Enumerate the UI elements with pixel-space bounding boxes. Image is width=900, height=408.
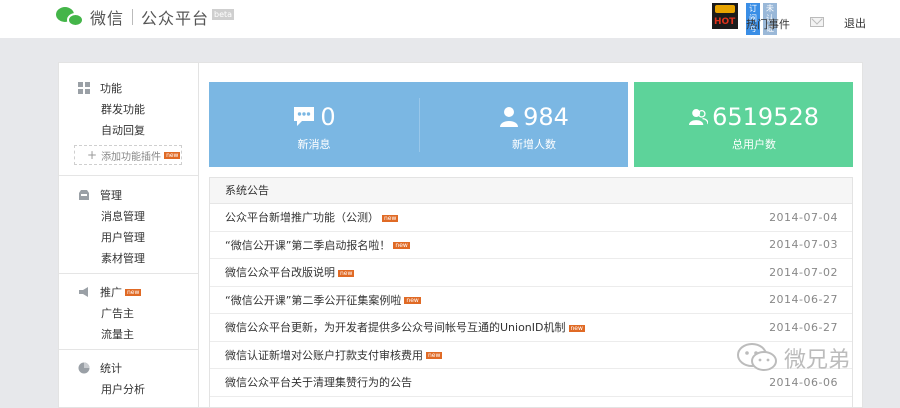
announcements-heading: 系统公告 <box>210 178 852 204</box>
sidebar-section-features: 功能 群发功能 自动回复 + 添加功能插件 new <box>59 63 198 176</box>
grid-icon <box>78 82 90 94</box>
wechat-bubbles-icon <box>56 5 86 29</box>
sidebar-item-messages[interactable]: 消息管理 <box>59 206 198 227</box>
announcement-date: 2014-07-02 <box>769 265 838 279</box>
sidebar-section-stats: 统计 用户分析 <box>59 350 198 400</box>
beta-badge: beta <box>212 8 235 20</box>
wechat-watermark-icon <box>737 343 777 371</box>
announcement-date: 2014-07-04 <box>769 210 838 224</box>
avatar[interactable]: HOT <box>712 3 738 29</box>
sidebar-heading-features: 功能 <box>59 77 198 99</box>
announcement-row[interactable]: 微信公众平台改版说明 new 2014-07-02 <box>210 259 852 287</box>
announcement-title[interactable]: “微信公开课”第二季公开征集案例啦 <box>225 294 401 307</box>
watermark: 微兄弟 <box>736 342 850 374</box>
announcement-title[interactable]: “微信公开课”第二季启动报名啦！ <box>225 239 390 252</box>
sidebar-item-users[interactable]: 用户管理 <box>59 227 198 248</box>
new-messages-label: 新消息 <box>297 138 331 151</box>
new-messages-count: 0 <box>320 103 336 131</box>
new-badge: new <box>382 214 399 222</box>
sidebar-item-publisher[interactable]: 流量主 <box>59 324 198 345</box>
new-badge: new <box>404 297 421 305</box>
logout-link[interactable]: 退出 <box>844 15 866 31</box>
users-icon <box>689 109 709 125</box>
top-bar: 微信 公众平台 beta HOT 订阅号 未认证 热门事件 退出 <box>0 0 900 38</box>
new-followers-count: 984 <box>523 103 569 131</box>
mail-icon[interactable] <box>810 17 824 27</box>
stats-card-total-users: 6519528 总用户数 <box>634 82 853 167</box>
announcement-title[interactable]: 微信认证新增对公账户打款支付审核费用 <box>225 349 423 362</box>
sidebar: 功能 群发功能 自动回复 + 添加功能插件 new 管理 消息管理 用户管理 素… <box>58 62 198 408</box>
sidebar-heading-stats: 统计 <box>59 357 198 379</box>
product-name: 公众平台 <box>141 9 210 28</box>
brand-name: 微信 <box>90 9 125 28</box>
new-badge: new <box>568 324 585 332</box>
announcement-title[interactable]: 公众平台新增推广功能（公测） <box>225 211 379 224</box>
new-badge: new <box>125 288 142 296</box>
sidebar-item-user-analytics[interactable]: 用户分析 <box>59 379 198 400</box>
card-divider <box>419 98 420 152</box>
new-badge: new <box>164 151 181 159</box>
announcement-date: 2014-07-03 <box>769 238 838 252</box>
new-badge: new <box>426 352 443 360</box>
sidebar-item-advertiser[interactable]: 广告主 <box>59 303 198 324</box>
sidebar-heading-manage: 管理 <box>59 184 198 206</box>
announcement-row[interactable]: “微信公开课”第二季公开征集案例啦 new 2014-06-27 <box>210 287 852 314</box>
plus-icon: + <box>87 148 98 162</box>
announcement-row[interactable]: 公众平台新增推广功能（公测） new 2014-07-04 <box>210 204 852 232</box>
announcement-date: 2014-06-27 <box>769 320 838 334</box>
watermark-text: 微兄弟 <box>784 348 851 373</box>
chat-bubble-icon <box>294 107 315 126</box>
pie-icon <box>78 362 90 374</box>
stat-new-followers[interactable]: 984 新增人数 <box>489 102 579 152</box>
announcement-row[interactable]: 微信公众平台更新，为开发者提供多公众号间帐号互通的UnionID机制 new 20… <box>210 314 852 342</box>
megaphone-icon <box>79 287 88 297</box>
wechat-logo[interactable]: 微信 公众平台 beta <box>56 5 235 29</box>
sidebar-section-manage: 管理 消息管理 用户管理 素材管理 <box>59 176 198 274</box>
box-icon <box>79 190 89 200</box>
announcement-title[interactable]: 微信公众平台关于清理集赞行为的公告 <box>225 376 412 389</box>
stat-new-messages[interactable]: 0 新消息 <box>279 102 349 152</box>
announcement-date: 2014-06-06 <box>769 375 838 389</box>
sidebar-heading-promote: 推广 new <box>59 281 198 303</box>
stat-total-users[interactable]: 6519528 总用户数 <box>689 102 819 152</box>
sidebar-item-materials[interactable]: 素材管理 <box>59 248 198 269</box>
total-users-label: 总用户数 <box>732 138 776 151</box>
new-badge: new <box>393 242 410 250</box>
new-followers-label: 新增人数 <box>512 138 556 151</box>
sidebar-item-auto-reply[interactable]: 自动回复 <box>59 120 198 141</box>
announcement-title[interactable]: 微信公众平台更新，为开发者提供多公众号间帐号互通的UnionID机制 <box>225 321 566 334</box>
announcement-title[interactable]: 微信公众平台改版说明 <box>225 266 335 279</box>
announcement-row[interactable]: “微信公开课”第二季启动报名啦！ new 2014-07-03 <box>210 232 852 259</box>
stats-card-messages-followers: 0 新消息 984 新增人数 <box>209 82 628 167</box>
user-icon <box>500 107 519 127</box>
account-name[interactable]: 热门事件 <box>746 16 790 32</box>
sidebar-item-mass-send[interactable]: 群发功能 <box>59 99 198 120</box>
sidebar-section-promote: 推广 new 广告主 流量主 <box>59 274 198 350</box>
announcement-date: 2014-06-27 <box>769 293 838 307</box>
logo-divider <box>132 9 134 25</box>
total-users-count: 6519528 <box>712 103 819 131</box>
new-badge: new <box>338 269 355 277</box>
add-plugin-button[interactable]: + 添加功能插件 new <box>74 145 182 165</box>
